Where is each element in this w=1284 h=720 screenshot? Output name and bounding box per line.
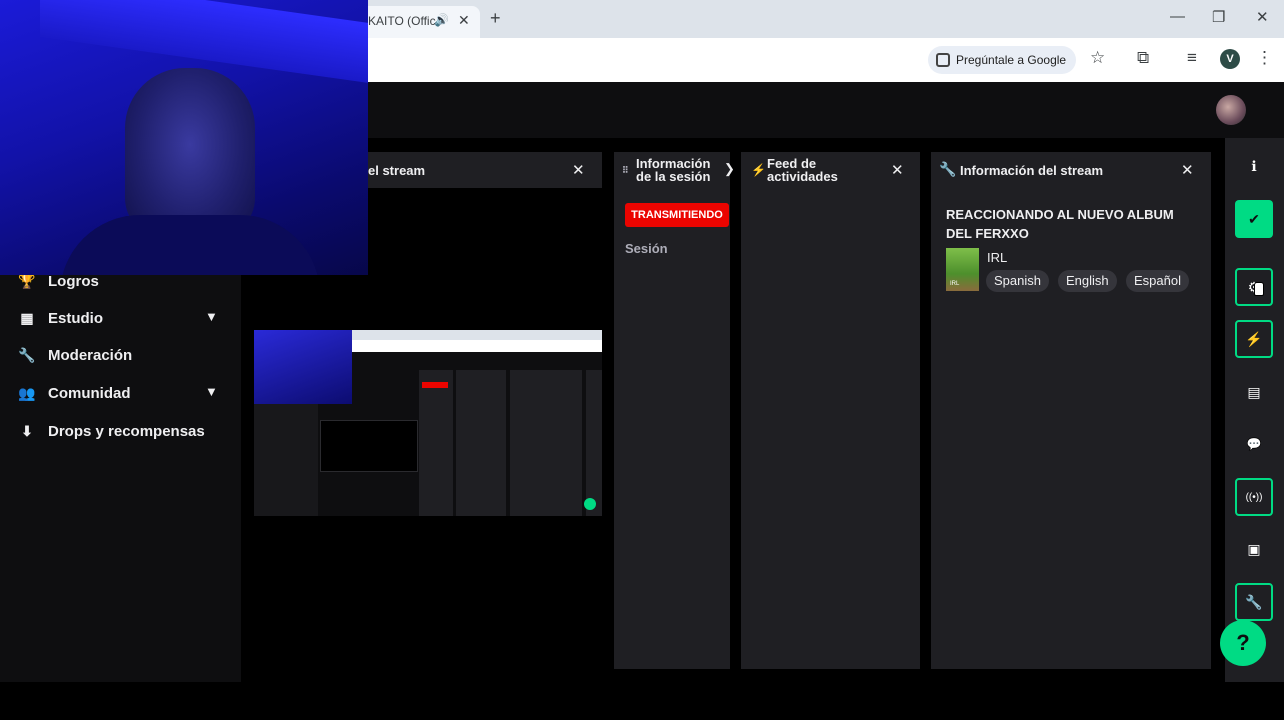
- studio-icon: ▦: [20, 309, 34, 326]
- ask-google-label: Pregúntale a Google: [956, 53, 1067, 67]
- session-label: Sesión: [625, 241, 668, 256]
- sidebar-item-comunidad[interactable]: 👥 Comunidad: [18, 381, 131, 405]
- maximize-button[interactable]: ❐: [1212, 8, 1225, 26]
- sidebar-item-moderacion[interactable]: 🔧 Moderación: [18, 343, 132, 367]
- panel-title: Feed de actividades: [767, 156, 838, 184]
- wrench-icon: 🔧: [939, 161, 957, 177]
- activity-feed-panel: ⚡ Feed de actividades ✕: [741, 152, 920, 669]
- sidebar-item-drops[interactable]: ⬇ Drops y recompensas: [18, 419, 205, 443]
- chat-icon[interactable]: 💬: [1235, 425, 1273, 463]
- chevron-down-icon[interactable]: ▼: [205, 309, 218, 324]
- ask-google-button[interactable]: Pregúntale a Google: [928, 46, 1077, 74]
- trophy-icon: 🏆: [18, 272, 36, 289]
- check-icon[interactable]: ✔: [1235, 200, 1273, 238]
- chevron-right-icon[interactable]: ❯: [724, 161, 735, 177]
- bolt-icon: ⚡: [751, 163, 766, 177]
- browser-tab[interactable]: KAITO (Offic 🔊 ✕: [352, 6, 480, 38]
- document-icon[interactable]: ▤: [1235, 373, 1273, 411]
- mouse-cursor: [1254, 282, 1264, 296]
- bookmark-star-icon[interactable]: ☆: [1090, 48, 1105, 68]
- tag-chip[interactable]: English: [1058, 270, 1117, 292]
- live-status-badge: TRANSMITIENDO: [625, 203, 729, 227]
- close-icon[interactable]: ✕: [891, 161, 904, 179]
- sidebar-item-label: Drops y recompensas: [48, 422, 205, 440]
- wrench-icon: 🔧: [18, 346, 36, 363]
- media-controls-icon[interactable]: ≡: [1187, 48, 1197, 68]
- stream-title: REACCIONANDO AL NUEVO ALBUM DEL FERXXO: [946, 207, 1174, 241]
- camera-icon[interactable]: ▣: [1235, 530, 1273, 568]
- bolt-icon[interactable]: ⚡: [1235, 320, 1273, 358]
- drag-handle-icon[interactable]: ⠿: [622, 164, 629, 177]
- new-tab-button[interactable]: +: [490, 8, 501, 29]
- tab-title: KAITO (Offic: [368, 14, 436, 28]
- extensions-icon[interactable]: ⧉: [1137, 48, 1149, 68]
- panel-title: el stream: [368, 163, 426, 178]
- sidebar-item-estudio[interactable]: ▦ Estudio: [18, 306, 103, 330]
- minimize-button[interactable]: —: [1170, 8, 1185, 25]
- panel-title: Información del stream: [960, 163, 1104, 178]
- browser-menu-icon[interactable]: ⋮: [1256, 48, 1273, 68]
- speaker-icon[interactable]: 🔊: [434, 13, 449, 27]
- help-button[interactable]: ?: [1220, 620, 1266, 666]
- drops-icon: ⬇: [21, 422, 33, 439]
- close-icon[interactable]: ✕: [1181, 161, 1194, 179]
- profile-avatar[interactable]: V: [1220, 49, 1240, 69]
- wrench-icon[interactable]: 🔧: [1235, 583, 1273, 621]
- session-panel: ⠿ Información de la sesión ❯: [614, 152, 735, 669]
- stream-preview-video: [254, 330, 602, 516]
- sidebar-item-label: Comunidad: [48, 384, 131, 402]
- sidebar-item-label: Logros: [48, 272, 99, 290]
- panel-title: Información de la sesión: [636, 156, 711, 184]
- user-avatar[interactable]: [1216, 95, 1246, 125]
- tag-chip[interactable]: Spanish: [986, 270, 1049, 292]
- tag-chip[interactable]: Español: [1126, 270, 1189, 292]
- sidebar-item-label: Estudio: [48, 309, 103, 327]
- broadcast-icon[interactable]: ((•)): [1235, 478, 1273, 516]
- category-name: IRL: [987, 250, 1008, 265]
- webcam-overlay: [0, 0, 368, 275]
- close-icon[interactable]: ✕: [572, 161, 585, 179]
- community-icon: 👥: [18, 384, 36, 401]
- close-window-button[interactable]: ✕: [1256, 8, 1269, 26]
- tab-close-icon[interactable]: ✕: [458, 12, 470, 29]
- category-thumbnail: IRL: [946, 248, 979, 291]
- chevron-down-icon[interactable]: ▼: [205, 384, 218, 399]
- info-icon[interactable]: ℹ: [1235, 147, 1273, 185]
- sidebar-item-label: Moderación: [48, 346, 133, 364]
- lens-icon: [936, 53, 950, 67]
